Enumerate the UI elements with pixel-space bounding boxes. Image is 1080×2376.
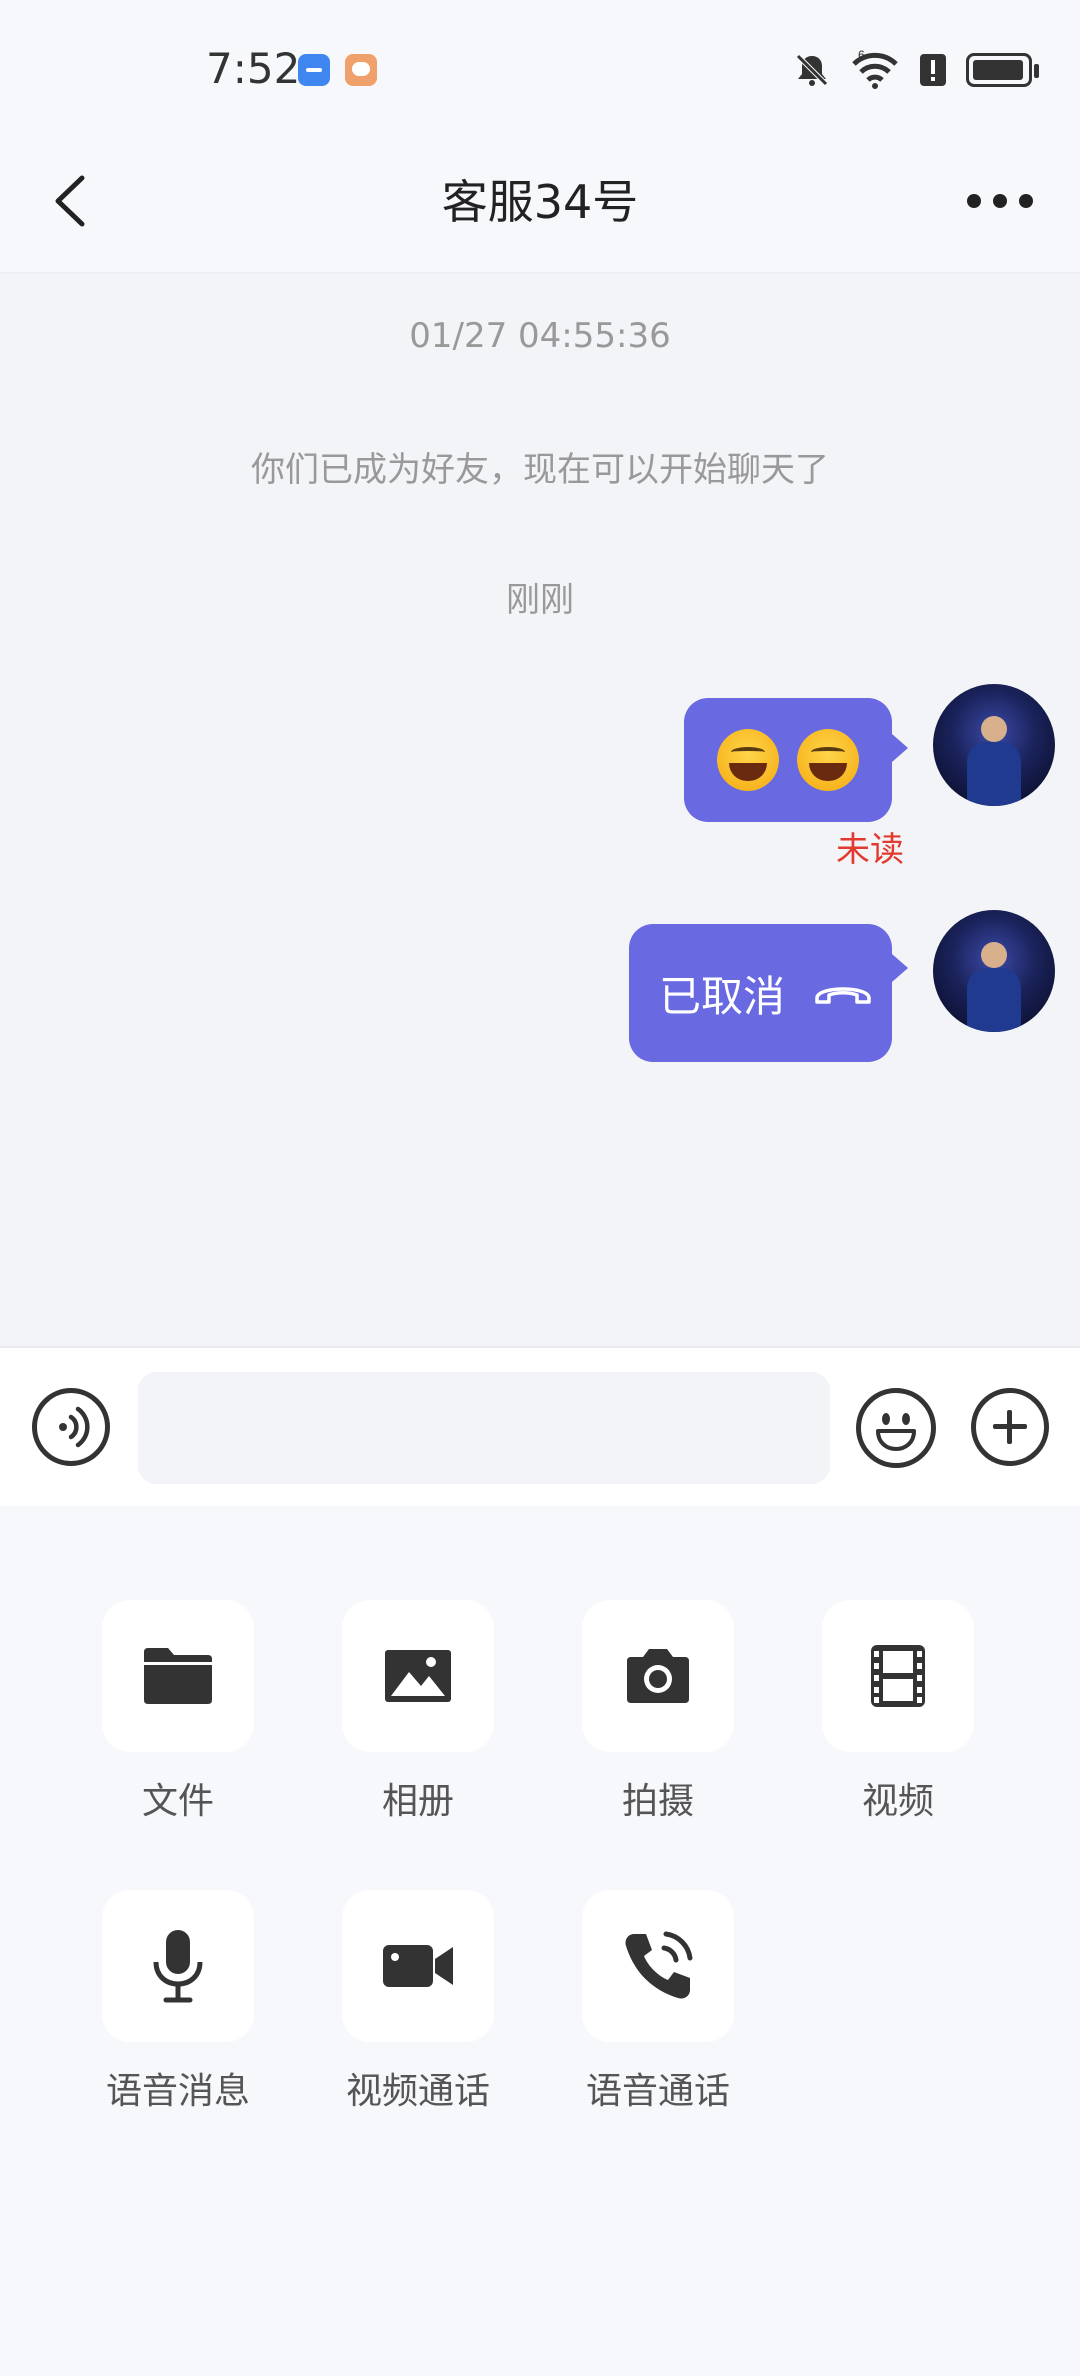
call-status-text: 已取消 [659, 971, 786, 1021]
video-camera-icon [383, 1945, 453, 1987]
chat-area[interactable]: 01/27 04:55:36 你们已成为好友，现在可以开始聊天了 刚刚 未读 已… [0, 274, 1080, 1346]
tool-camera-tile[interactable] [582, 1600, 734, 1752]
mute-bell-icon [796, 54, 828, 86]
call-message-bubble[interactable]: 已取消 [629, 924, 892, 1062]
avatar[interactable] [933, 910, 1055, 1032]
system-message: 你们已成为好友，现在可以开始聊天了 [251, 450, 829, 490]
tool-file[interactable]: 文件 [98, 1600, 258, 1824]
signal-label: 6 [858, 50, 865, 62]
more-options-icon[interactable] [960, 176, 1040, 226]
more-actions-button[interactable] [971, 1388, 1049, 1466]
tool-label: 语音消息 [105, 2071, 250, 2112]
avatar[interactable] [933, 684, 1055, 806]
tool-voice-call-tile[interactable] [582, 1890, 734, 2042]
alert-sim-icon [920, 54, 946, 86]
tool-file-tile[interactable] [102, 1600, 254, 1752]
image-icon [385, 1650, 451, 1702]
phone-call-icon [625, 1931, 693, 1999]
film-icon [871, 1645, 925, 1707]
tool-album[interactable]: 相册 [338, 1600, 498, 1824]
tool-album-tile[interactable] [342, 1600, 494, 1752]
tool-label: 相册 [381, 1781, 454, 1822]
microphone-icon [153, 1930, 203, 2003]
wifi-icon: 6 [852, 50, 898, 89]
tool-video-call[interactable]: 视频通话 [338, 1890, 498, 2114]
status-bar: 7:52 6 [0, 0, 1080, 130]
voice-wave-icon [59, 1406, 90, 1448]
folder-icon [144, 1648, 212, 1704]
nav-bar: 客服34号 [0, 130, 1080, 274]
tool-video[interactable]: 视频 [818, 1600, 978, 1824]
tool-voice-call[interactable]: 语音通话 [578, 1890, 738, 2114]
tool-video-tile[interactable] [822, 1600, 974, 1752]
emoji-button[interactable] [856, 1388, 936, 1468]
emoji-message-bubble[interactable] [684, 698, 892, 822]
input-bar [0, 1346, 1080, 1506]
tools-panel: 文件 相册 拍摄 视频 语音消息 视频通话 语音通话 [0, 1506, 1080, 2376]
tool-label: 视频通话 [345, 2071, 490, 2112]
message-input[interactable] [138, 1372, 830, 1484]
hangup-phone-icon [815, 987, 871, 1004]
voice-input-button[interactable] [32, 1388, 110, 1466]
smiley-face-icon [876, 1413, 916, 1451]
usb-notification-icon [298, 54, 330, 86]
tool-label: 文件 [141, 1781, 214, 1822]
message-timestamp: 01/27 04:55:36 [409, 316, 671, 356]
tool-label: 拍摄 [621, 1781, 694, 1822]
tool-voice-message[interactable]: 语音消息 [98, 1890, 258, 2114]
tool-voice-message-tile[interactable] [102, 1890, 254, 2042]
page-title: 客服34号 [441, 175, 639, 229]
tool-label: 语音通话 [585, 2071, 730, 2112]
status-time: 7:52 [206, 44, 301, 93]
message-notification-icon [345, 54, 377, 86]
grinning-squinting-face-icon [797, 729, 859, 791]
unread-status: 未读 [836, 830, 904, 870]
camera-icon [627, 1649, 689, 1703]
bubble-tail [892, 954, 908, 982]
status-icons: 6 [792, 46, 1039, 94]
tool-video-call-tile[interactable] [342, 1890, 494, 2042]
tool-camera[interactable]: 拍摄 [578, 1600, 738, 1824]
battery-charging-icon [966, 53, 1039, 87]
bubble-tail [892, 734, 908, 762]
grinning-squinting-face-icon [717, 729, 779, 791]
tool-label: 视频 [861, 1781, 934, 1822]
recent-timestamp: 刚刚 [506, 580, 574, 620]
